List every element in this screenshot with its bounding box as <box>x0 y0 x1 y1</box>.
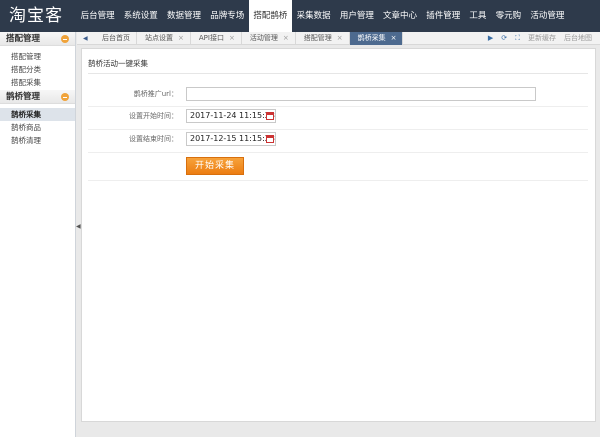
url-label: 鹊桥推广url： <box>133 90 178 98</box>
sidebar-group-title: 搭配管理 <box>6 34 41 44</box>
tab-event-management[interactable]: 活动管理 × <box>242 32 296 45</box>
tab-label: 活动管理 <box>249 34 278 42</box>
nav-item-match-bridge[interactable]: 搭配鹊桥 <box>248 0 293 32</box>
close-icon[interactable]: × <box>178 32 184 45</box>
nav-item-zero-buy[interactable]: 零元购 <box>491 0 526 32</box>
divider <box>88 152 588 153</box>
divider <box>88 180 588 181</box>
collapse-icon[interactable] <box>61 35 69 43</box>
nav-item-user-management[interactable]: 用户管理 <box>335 0 378 32</box>
tab-label: 站点设置 <box>145 34 173 42</box>
nav-item-brand-zone[interactable]: 品牌专场 <box>206 0 249 32</box>
sidebar-item-match-management[interactable]: 搭配管理 <box>0 50 75 63</box>
sidebar-toggle-icon[interactable]: ◀ <box>76 223 81 231</box>
divider <box>88 129 588 130</box>
start-time-input[interactable]: 2017-11-24 11:15:23 <box>186 109 276 123</box>
top-header: 淘宝客 后台管理 系统设置 数据管理 品牌专场 搭配鹊桥 采集数据 用户管理 文… <box>0 0 600 32</box>
collapse-icon[interactable] <box>61 93 69 101</box>
end-time-label: 设置结束时间： <box>129 135 178 143</box>
main-nav: 后台管理 系统设置 数据管理 品牌专场 搭配鹊桥 采集数据 用户管理 文章中心 … <box>76 0 569 32</box>
sidebar-item-bridge-goods[interactable]: 鹊桥商品 <box>0 121 75 134</box>
tab-tools: ▶ ⟳ ⛶ 更新缓存 后台地图 <box>488 32 600 45</box>
chevron-left-icon[interactable]: ◀ <box>83 32 88 45</box>
close-icon[interactable]: × <box>229 32 235 45</box>
tab-list: 后台首页 站点设置 × API接口 × 活动管理 × 搭配管理 × 鹊桥采集 × <box>94 32 404 45</box>
divider <box>88 106 588 107</box>
sidebar-group-bridge[interactable]: 鹊桥管理 <box>0 90 75 104</box>
sidebar-item-match-collect[interactable]: 搭配采集 <box>0 76 75 89</box>
divider <box>88 73 588 74</box>
tab-match-management[interactable]: 搭配管理 × <box>296 32 350 45</box>
tab-label: 后台首页 <box>102 34 130 42</box>
nav-item-collect-data[interactable]: 采集数据 <box>292 0 335 32</box>
start-time-label: 设置开始时间： <box>129 112 178 120</box>
start-collect-button[interactable]: 开始采集 <box>186 157 244 175</box>
tab-label: API接口 <box>198 34 224 42</box>
close-icon[interactable]: × <box>391 32 397 45</box>
fullscreen-icon[interactable]: ⛶ <box>515 32 520 45</box>
sidebar-group-title: 鹊桥管理 <box>6 92 41 102</box>
content-panel: 鹊桥活动一键采集 鹊桥推广url： 设置开始时间： 2017-11-24 11:… <box>81 48 596 422</box>
close-icon[interactable]: × <box>337 32 343 45</box>
admin-map-link[interactable]: 后台地图 <box>564 32 592 45</box>
chevron-right-icon[interactable]: ▶ <box>488 32 493 45</box>
calendar-icon[interactable] <box>266 135 274 143</box>
nav-item-event-management[interactable]: 活动管理 <box>526 0 569 32</box>
nav-item-admin[interactable]: 后台管理 <box>76 0 119 32</box>
logo: 淘宝客 <box>9 6 63 26</box>
url-input[interactable] <box>186 87 536 101</box>
tab-admin-home[interactable]: 后台首页 <box>94 32 137 45</box>
tab-api[interactable]: API接口 × <box>191 32 242 45</box>
url-row: 鹊桥推广url： <box>82 87 597 101</box>
end-time-value: 2017-12-15 11:15:23 <box>190 134 275 143</box>
close-icon[interactable]: × <box>283 32 289 45</box>
start-time-value: 2017-11-24 11:15:23 <box>190 111 275 120</box>
calendar-icon[interactable] <box>266 112 274 120</box>
tab-label: 鹊桥采集 <box>357 34 386 42</box>
end-time-input[interactable]: 2017-12-15 11:15:23 <box>186 132 276 146</box>
tab-site-settings[interactable]: 站点设置 × <box>137 32 191 45</box>
sidebar-item-match-category[interactable]: 搭配分类 <box>0 63 75 76</box>
tab-bar: ◀ 后台首页 站点设置 × API接口 × 活动管理 × 搭配管理 × 鹊桥采集 × ▶ … <box>77 32 600 45</box>
sidebar-item-bridge-collect[interactable]: 鹊桥采集 <box>0 108 75 121</box>
panel-title: 鹊桥活动一键采集 <box>88 59 148 68</box>
nav-item-article-center[interactable]: 文章中心 <box>378 0 421 32</box>
nav-item-data-management[interactable]: 数据管理 <box>162 0 205 32</box>
nav-item-tools[interactable]: 工具 <box>465 0 491 32</box>
refresh-icon[interactable]: ⟳ <box>501 32 507 45</box>
end-time-row: 设置结束时间： 2017-12-15 11:15:23 <box>82 132 597 146</box>
start-time-row: 设置开始时间： 2017-11-24 11:15:23 <box>82 109 597 123</box>
update-cache-link[interactable]: 更新缓存 <box>528 32 556 45</box>
tab-label: 搭配管理 <box>303 34 332 42</box>
sidebar: 搭配管理 搭配管理 搭配分类 搭配采集 鹊桥管理 鹊桥采集 鹊桥商品 鹊桥清理 <box>0 32 76 437</box>
nav-item-system-settings[interactable]: 系统设置 <box>119 0 162 32</box>
sidebar-group-match[interactable]: 搭配管理 <box>0 32 75 46</box>
tab-bridge-collect[interactable]: 鹊桥采集 × <box>349 32 404 45</box>
sidebar-item-bridge-clean[interactable]: 鹊桥清理 <box>0 134 75 147</box>
nav-item-plugin-management[interactable]: 插件管理 <box>422 0 465 32</box>
